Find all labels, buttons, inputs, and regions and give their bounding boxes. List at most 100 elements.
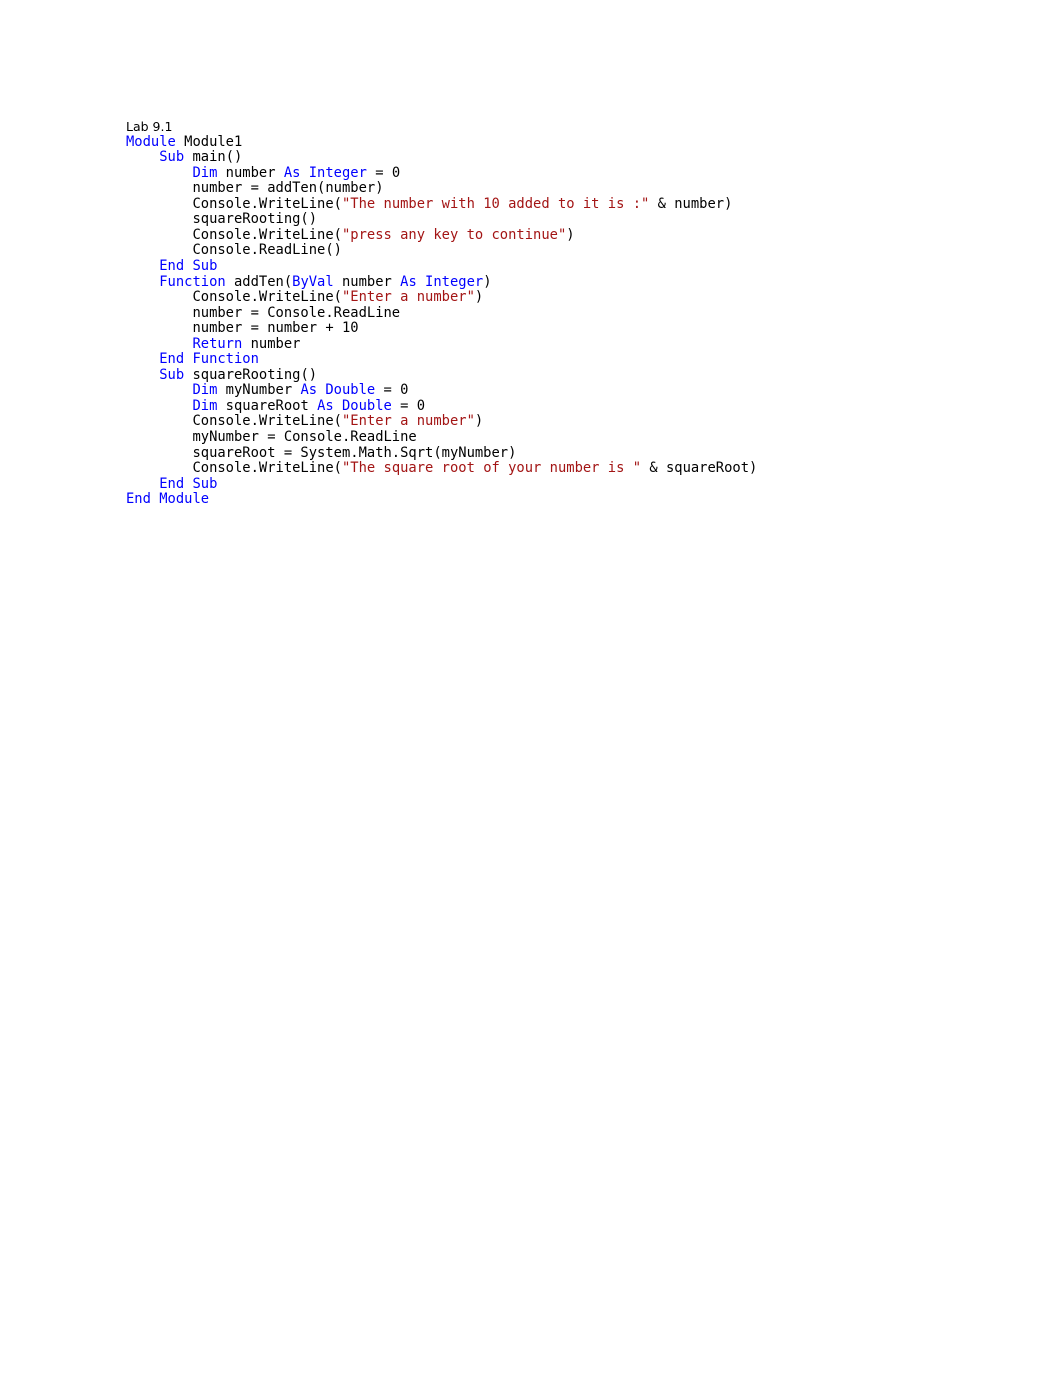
code-keyword: End Function [159, 351, 259, 368]
document-content: Lab 9.1 Module Module1 Sub main() Dim nu… [126, 119, 1006, 508]
code-line: Sub squareRooting() [126, 366, 1006, 384]
code-keyword: Sub [159, 149, 185, 166]
code-line: Function addTen(ByVal number As Integer) [126, 273, 1006, 291]
code-string: "The square root of your number is " [341, 460, 642, 477]
code-text: ) [474, 413, 484, 430]
code-text: main() [184, 149, 243, 166]
code-text: myNumber = Console.ReadLine [192, 428, 417, 445]
code-line: Console.WriteLine("The square root of yo… [126, 460, 1006, 477]
code-text: number = Console.ReadLine [192, 304, 401, 321]
code-line: Dim number As Integer = 0 [126, 164, 1006, 182]
code-line: number = addTen(number) [126, 180, 1006, 197]
code-text: number [333, 273, 401, 290]
code-text: = 0 [366, 164, 401, 181]
code-text: squareRoot [217, 397, 318, 414]
code-string: "press any key to continue" [341, 226, 567, 243]
code-line: squareRoot = System.Math.Sqrt(myNumber) [126, 444, 1006, 462]
code-line: Return number [126, 335, 1006, 353]
code-keyword: Return [192, 335, 243, 352]
code-keyword: As Integer [400, 273, 484, 290]
code-text: number = addTen(number) [192, 180, 384, 197]
code-keyword: Dim [192, 397, 218, 414]
code-keyword: Function [159, 273, 226, 290]
code-text: Console.WriteLine( [192, 289, 342, 306]
document-title-line: Lab 9.1 [126, 119, 173, 134]
code-keyword: End Module [126, 491, 210, 508]
code-keyword: End Sub [159, 257, 218, 274]
code-line: number = Console.ReadLine [126, 304, 1006, 322]
code-text: number = number + 10 [192, 320, 359, 337]
code-text: ) [566, 226, 575, 243]
code-keyword: As Integer [283, 164, 367, 181]
code-line: End Function [126, 351, 1006, 368]
code-line: End Sub [126, 257, 1006, 275]
code-text: & squareRoot) [641, 460, 758, 477]
code-line: myNumber = Console.ReadLine [126, 428, 1006, 446]
code-text: number [217, 164, 284, 181]
code-keyword: ByVal [292, 273, 334, 290]
code-keyword: Dim [192, 382, 218, 399]
code-line: Console.ReadLine() [126, 243, 1006, 259]
code-string: "Enter a number" [341, 289, 475, 306]
code-keyword: Dim [192, 164, 218, 181]
code-line: Dim squareRoot As Double = 0 [126, 397, 1006, 415]
code-line: Console.WriteLine("The number with 10 ad… [126, 195, 1006, 213]
code-line: number = number + 10 [126, 320, 1006, 337]
document-page: Lab 9.1 Module Module1 Sub main() Dim nu… [0, 0, 1062, 1377]
code-line: Module Module1 [126, 133, 1006, 151]
code-line: End Sub [126, 475, 1006, 493]
code-text: myNumber [217, 382, 301, 399]
code-text: Console.WriteLine( [192, 413, 342, 430]
code-line: Console.WriteLine("Enter a number") [126, 289, 1006, 306]
code-keyword: As Double [300, 382, 376, 399]
code-text: ) [474, 289, 484, 306]
code-line: Dim myNumber As Double = 0 [126, 383, 1006, 399]
code-text: squareRooting() [184, 366, 318, 383]
code-text: addTen( [225, 273, 293, 290]
code-text: squareRoot = System.Math.Sqrt(myNumber) [192, 444, 517, 461]
code-line: End Module [126, 491, 1006, 508]
code-line: Console.WriteLine("Enter a number") [126, 414, 1006, 430]
code-text: & number) [649, 195, 733, 212]
code-text: squareRooting() [192, 211, 318, 228]
code-keyword: Sub [159, 366, 185, 383]
code-keyword: End Sub [159, 475, 218, 492]
code-line: Sub main() [126, 149, 1006, 166]
code-line: Console.WriteLine("press any key to cont… [126, 226, 1006, 244]
code-string: "Enter a number" [341, 413, 475, 430]
code-text: Console.WriteLine( [192, 460, 342, 477]
code-text: Console.ReadLine() [192, 242, 342, 259]
code-string: "The number with 10 added to it is :" [341, 195, 650, 212]
code-keyword: Module [126, 133, 176, 150]
source-code-listing: Module Module1 Sub main() Dim number As … [126, 133, 1006, 508]
code-text: Console.WriteLine( [192, 226, 342, 243]
code-text: number [242, 335, 301, 352]
code-text: Module1 [175, 133, 243, 150]
code-text: = 0 [375, 382, 409, 399]
code-text: ) [483, 273, 492, 290]
code-keyword: As Double [317, 397, 392, 414]
code-line: squareRooting() [126, 212, 1006, 228]
